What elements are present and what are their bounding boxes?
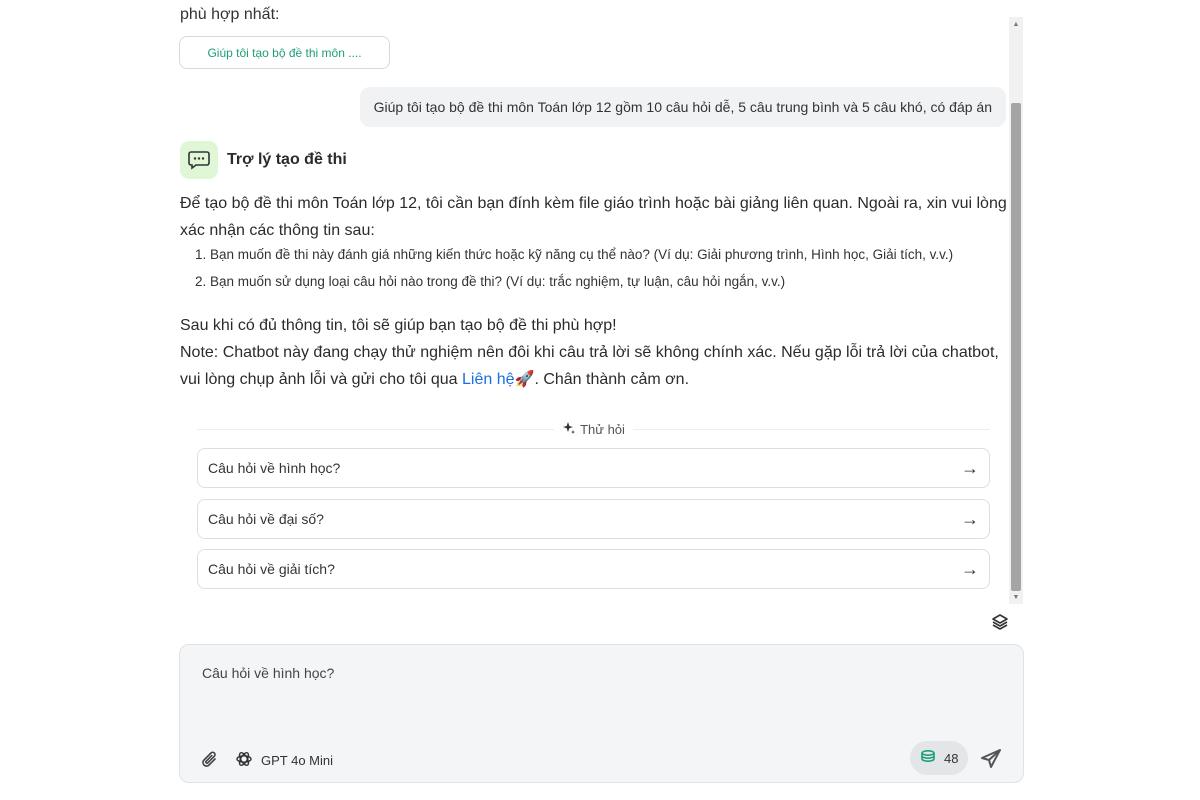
paperclip-icon[interactable] xyxy=(200,749,220,771)
user-message-bubble: Giúp tôi tạo bộ đề thi môn Toán lớp 12 g… xyxy=(359,87,1006,127)
credits-badge: 48 xyxy=(910,741,969,775)
try-asking-divider: Thử hỏi xyxy=(197,419,990,439)
scrollbar-thumb[interactable] xyxy=(1011,103,1021,591)
arrow-right-icon: → xyxy=(961,508,979,529)
suggestion-pill[interactable]: Giúp tôi tạo bộ đề thi môn .... xyxy=(179,36,390,69)
chat-scrollbar[interactable]: ▲ ▼ xyxy=(1009,17,1023,604)
assistant-outro: Sau khi có đủ thông tin, tôi sẽ giúp bạn… xyxy=(180,317,617,334)
credits-count: 48 xyxy=(944,750,959,766)
chat-bubble-icon xyxy=(180,141,218,179)
note-suffix: . Chân thành cảm ơn. xyxy=(534,371,690,388)
suggested-question-label: Câu hỏi về đại số? xyxy=(208,511,324,527)
suggested-question[interactable]: Câu hỏi về hình học? → xyxy=(197,448,990,488)
assistant-note: Note: Chatbot này đang chạy thử nghiệm n… xyxy=(180,339,1010,393)
assistant-name: Trợ lý tạo đề thi xyxy=(227,151,347,168)
assistant-intro: Để tạo bộ đề thi môn Toán lớp 12, tôi cầ… xyxy=(180,195,1007,239)
layers-icon[interactable] xyxy=(990,612,1010,632)
contact-link[interactable]: Liên hệ xyxy=(462,371,515,388)
assistant-message: Để tạo bộ đề thi môn Toán lớp 12, tôi cầ… xyxy=(180,190,1010,393)
suggested-question[interactable]: Câu hỏi về đại số? → xyxy=(197,499,990,539)
scroll-down-arrow-icon[interactable]: ▼ xyxy=(1009,590,1023,604)
suggested-question[interactable]: Câu hỏi về giải tích? → xyxy=(197,549,990,589)
suggested-question-label: Câu hỏi về giải tích? xyxy=(208,561,335,577)
rocket-icon: 🚀 xyxy=(514,371,535,388)
sparkle-icon xyxy=(562,421,576,438)
coins-icon xyxy=(920,749,938,768)
arrow-right-icon: → xyxy=(961,558,979,579)
scroll-up-arrow-icon[interactable]: ▲ xyxy=(1009,17,1023,31)
list-item: Bạn muốn đề thi này đánh giá những kiến … xyxy=(210,244,1010,266)
try-asking-label: Thử hỏi xyxy=(580,421,625,437)
send-icon[interactable] xyxy=(978,746,1004,772)
suggested-question-label: Câu hỏi về hình học? xyxy=(208,460,341,476)
model-selector[interactable]: GPT 4o Mini xyxy=(235,749,333,771)
list-item: Bạn muốn sử dụng loại câu hỏi nào trong … xyxy=(210,271,1010,293)
assistant-question-list: Bạn muốn đề thi này đánh giá những kiến … xyxy=(210,244,1010,293)
assistant-header: Trợ lý tạo đề thi xyxy=(180,141,347,179)
arrow-right-icon: → xyxy=(961,457,979,478)
message-composer: Câu hỏi về hình học? GPT 4o Mini 48 xyxy=(179,644,1024,783)
message-input[interactable]: Câu hỏi về hình học? xyxy=(202,665,334,681)
previous-message-text: phù hợp nhất: xyxy=(180,6,280,23)
model-label: GPT 4o Mini xyxy=(261,752,334,768)
openai-logo-icon xyxy=(235,750,253,771)
